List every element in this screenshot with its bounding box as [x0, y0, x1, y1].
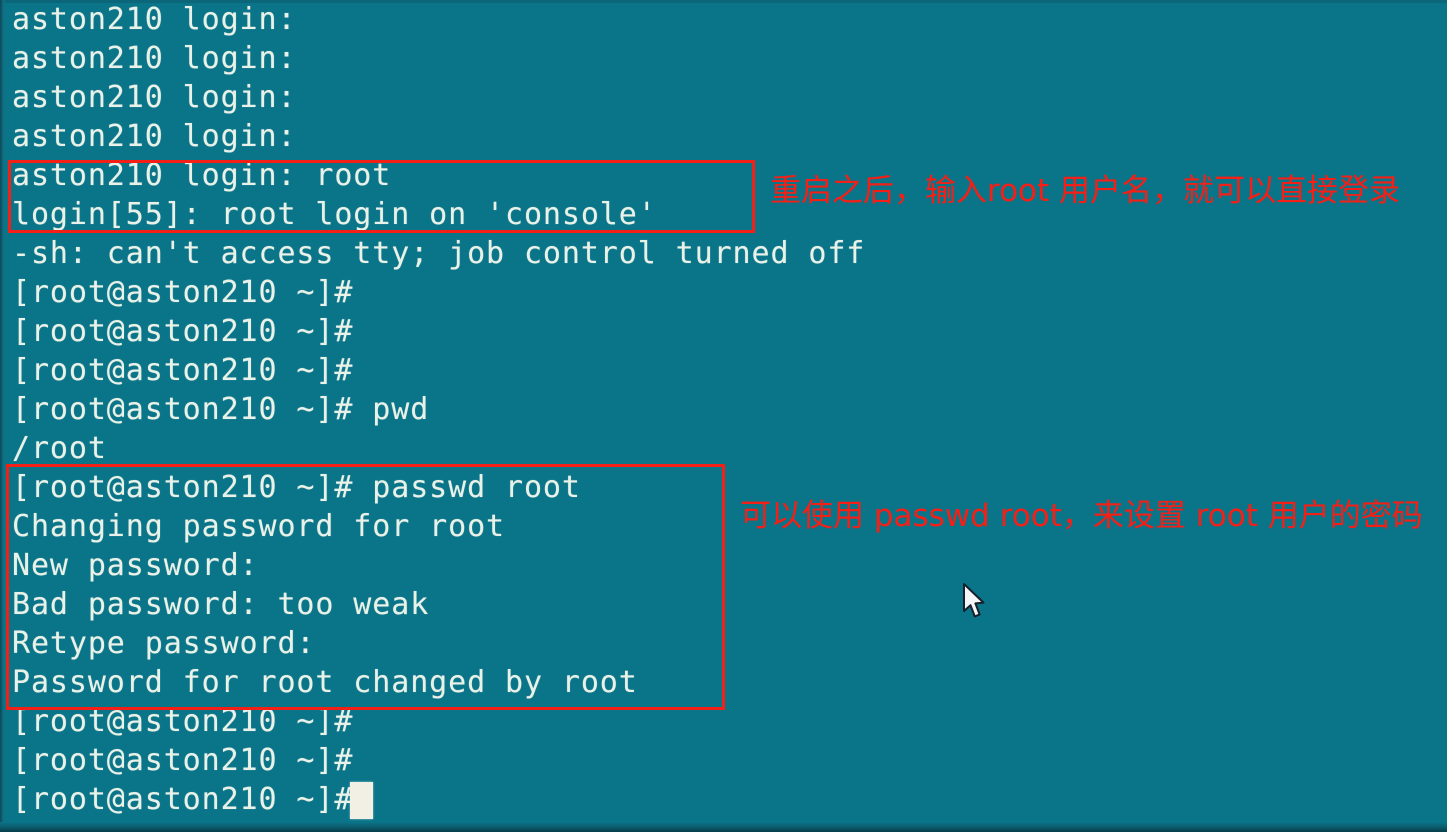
terminal-line-active-prompt: [root@aston210 ~]#: [12, 782, 373, 817]
annotation-root-login: 重启之后，输入root 用户名，就可以直接登录: [770, 173, 1401, 209]
terminal-screen[interactable]: aston210 login: aston210 login: aston210…: [0, 0, 1447, 832]
terminal-line-password-changed: Password for root changed by root: [12, 665, 638, 700]
terminal-output[interactable]: aston210 login: aston210 login: aston210…: [12, 0, 1432, 819]
terminal-line: aston210 login:: [12, 119, 297, 154]
frame-edge-left: [0, 0, 5, 832]
mouse-pointer-icon: [962, 583, 988, 621]
terminal-line-bad-password: Bad password: too weak: [12, 587, 430, 622]
frame-edge-bottom: [0, 822, 1447, 832]
terminal-line-pwd-command: [root@aston210 ~]# pwd: [12, 392, 430, 427]
terminal-line-new-password: New password:: [12, 548, 259, 583]
terminal-line: aston210 login:: [12, 80, 297, 115]
terminal-line-prompt: [root@aston210 ~]#: [12, 353, 354, 388]
annotation-passwd-command: 可以使用 passwd root，来设置 root 用户的密码: [740, 498, 1423, 534]
terminal-line: aston210 login:: [12, 41, 297, 76]
block-text-cursor: [350, 782, 373, 819]
terminal-line: aston210 login:: [12, 2, 297, 37]
terminal-line-prompt: [root@aston210 ~]#: [12, 275, 354, 310]
terminal-line-tty-warning: -sh: can't access tty; job control turne…: [12, 236, 866, 271]
terminal-line-prompt: [root@aston210 ~]#: [12, 314, 354, 349]
terminal-line-retype-password: Retype password:: [12, 626, 316, 661]
terminal-line-prompt: [root@aston210 ~]#: [12, 704, 354, 739]
terminal-line-prompt: [root@aston210 ~]#: [12, 743, 354, 778]
terminal-line-pwd-output: /root: [12, 431, 107, 466]
